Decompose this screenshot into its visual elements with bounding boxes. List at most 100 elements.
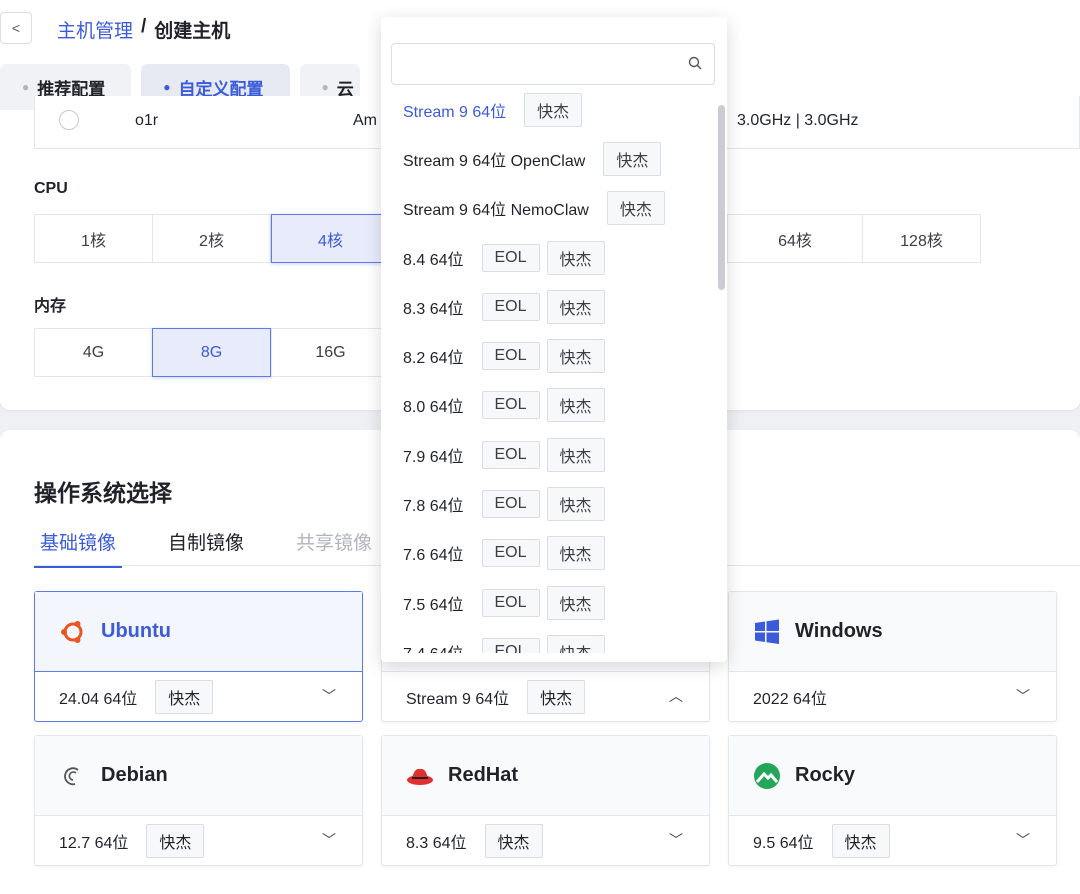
eol-tag: EOL (481, 391, 540, 420)
version-label: 7.8 64位 (403, 498, 464, 516)
debian-icon (64, 766, 79, 785)
breadcrumb-current: 创建主机 (154, 21, 231, 42)
chevron-down-icon: ﹀ (1016, 688, 1030, 704)
dot-icon: ● (163, 80, 171, 94)
version-label: 7.9 64位 (403, 448, 464, 466)
version-option[interactable]: 7.8 64位 EOL 快杰 (381, 479, 715, 528)
spec-radio[interactable] (59, 110, 79, 130)
eol-tag: EOL (481, 490, 540, 519)
breadcrumb: 主机管理 / 创建主机 (57, 16, 230, 43)
tab-custom-image[interactable]: 自制镜像 (162, 528, 250, 568)
os-name: RedHat (448, 764, 519, 786)
os-version: 12.7 64位 (59, 835, 129, 852)
spec-frequency: 3.0GHz | 3.0GHz (737, 112, 859, 129)
fast-tag: 快杰 (546, 487, 605, 522)
fast-tag: 快杰 (546, 240, 605, 275)
cpu-option-4[interactable]: 4核 (271, 214, 390, 263)
os-version: 8.3 64位 (406, 835, 467, 852)
chevron-down-icon: ﹀ (1016, 832, 1030, 848)
os-version-select[interactable]: Stream 9 64位 快杰 ︿ (382, 672, 709, 722)
os-card-windows[interactable]: Windows 2022 64位 ﹀ (728, 591, 1057, 722)
cpu-option-128[interactable]: 128核 (862, 214, 981, 263)
eol-tag: EOL (481, 440, 540, 469)
fast-tag: 快杰 (146, 824, 205, 858)
version-option[interactable]: Stream 9 64位 快杰 (381, 85, 715, 134)
fast-tag: 快杰 (546, 388, 605, 423)
version-label: Stream 9 64位 (403, 103, 507, 121)
version-label: 8.3 64位 (403, 300, 464, 318)
os-version: 24.04 64位 (59, 691, 138, 708)
memory-option-16g[interactable]: 16G (271, 328, 390, 377)
fast-tag: 快杰 (606, 191, 665, 226)
eol-tag: EOL (481, 342, 540, 371)
version-option[interactable]: 7.5 64位 EOL 快杰 (381, 578, 715, 627)
fast-tag: 快杰 (546, 339, 605, 374)
chevron-down-icon: ﹀ (669, 832, 683, 848)
fast-tag: 快杰 (603, 141, 662, 176)
fast-tag: 快杰 (546, 536, 605, 571)
os-section-title: 操作系统选择 (34, 480, 172, 506)
memory-option-8g[interactable]: 8G (152, 328, 271, 377)
cpu-option-1[interactable]: 1核 (34, 214, 153, 263)
os-name: Windows (795, 620, 883, 642)
chevron-up-icon: ︿ (669, 688, 683, 704)
version-option[interactable]: Stream 9 64位 OpenClaw 快杰 (381, 134, 715, 183)
cpu-option-2[interactable]: 2核 (152, 214, 271, 263)
os-version-dropdown[interactable]: Stream 9 64位 快杰 Stream 9 64位 OpenClaw 快杰 S… (381, 17, 727, 662)
os-version: 2022 64位 (753, 691, 827, 708)
chevron-down-icon: ﹀ (322, 688, 336, 704)
version-label: 7.4 64位 (403, 640, 464, 653)
chevron-down-icon: ﹀ (322, 832, 336, 848)
version-option[interactable]: 8.2 64位 EOL 快杰 (381, 331, 715, 380)
chevron-left-icon: < (11, 20, 21, 36)
os-version-select[interactable]: 2022 64位 ﹀ (729, 672, 1056, 722)
fast-tag: 快杰 (831, 824, 890, 858)
memory-option-4g[interactable]: 4G (34, 328, 153, 377)
spec-arch: Am (353, 112, 377, 129)
version-option[interactable]: 7.9 64位 EOL 快杰 (381, 430, 715, 479)
version-option[interactable]: 8.3 64位 EOL 快杰 (381, 282, 715, 331)
fast-tag: 快杰 (524, 92, 583, 127)
os-version: Stream 9 64位 (406, 691, 510, 708)
cpu-label: CPU (34, 180, 68, 197)
version-search-input[interactable] (391, 43, 715, 85)
fast-tag: 快杰 (484, 824, 543, 858)
eol-tag: EOL (481, 292, 540, 321)
version-option[interactable]: 8.0 64位 EOL 快杰 (381, 381, 715, 430)
dot-icon: ● (22, 80, 30, 94)
os-card-ubuntu[interactable]: Ubuntu 24.04 64位 快杰 ﹀ (34, 591, 363, 722)
dot-icon: ● (321, 80, 329, 94)
os-card-redhat[interactable]: RedHat 8.3 64位 快杰 ﹀ (381, 735, 710, 866)
fast-tag: 快杰 (546, 634, 605, 653)
version-option[interactable]: 7.4 64位 EOL 快杰 (381, 627, 715, 653)
version-label: 7.5 64位 (403, 596, 464, 614)
eol-tag: EOL (481, 637, 540, 653)
version-option[interactable]: 7.6 64位 EOL 快杰 (381, 529, 715, 578)
ubuntu-icon (61, 620, 83, 643)
eol-tag: EOL (481, 588, 540, 617)
eol-tag: EOL (481, 243, 540, 272)
os-version-select[interactable]: 8.3 64位 快杰 ﹀ (382, 816, 709, 866)
fast-tag: 快杰 (546, 437, 605, 472)
os-card-rocky[interactable]: Rocky 9.5 64位 快杰 ﹀ (728, 735, 1057, 866)
tab-base-image[interactable]: 基础镜像 (34, 528, 123, 568)
version-option[interactable]: Stream 9 64位 NemoClaw 快杰 (381, 184, 715, 233)
os-version-select[interactable]: 9.5 64位 快杰 ﹀ (729, 816, 1056, 866)
version-option[interactable]: 8.4 64位 EOL 快杰 (381, 233, 715, 282)
version-label: 8.4 64位 (403, 251, 464, 269)
back-button[interactable]: < (0, 12, 32, 44)
os-version: 9.5 64位 (753, 835, 814, 852)
breadcrumb-link-host-management[interactable]: 主机管理 (57, 16, 133, 43)
os-version-select[interactable]: 12.7 64位 快杰 ﹀ (35, 816, 362, 866)
rocky-icon (754, 762, 780, 789)
os-version-select[interactable]: 24.04 64位 快杰 ﹀ (35, 672, 362, 722)
breadcrumb-separator: / (141, 16, 147, 37)
fast-tag: 快杰 (527, 680, 586, 714)
spec-name: o1r (135, 112, 159, 129)
dropdown-scrollbar[interactable] (718, 105, 725, 290)
os-card-debian[interactable]: Debian 12.7 64位 快杰 ﹀ (34, 735, 363, 866)
version-list: Stream 9 64位 快杰 Stream 9 64位 OpenClaw 快杰 S… (381, 85, 715, 653)
fast-tag: 快杰 (546, 585, 605, 620)
cpu-option-64[interactable]: 64核 (727, 214, 863, 263)
tab-shared-image[interactable]: 共享镜像 (290, 528, 378, 568)
